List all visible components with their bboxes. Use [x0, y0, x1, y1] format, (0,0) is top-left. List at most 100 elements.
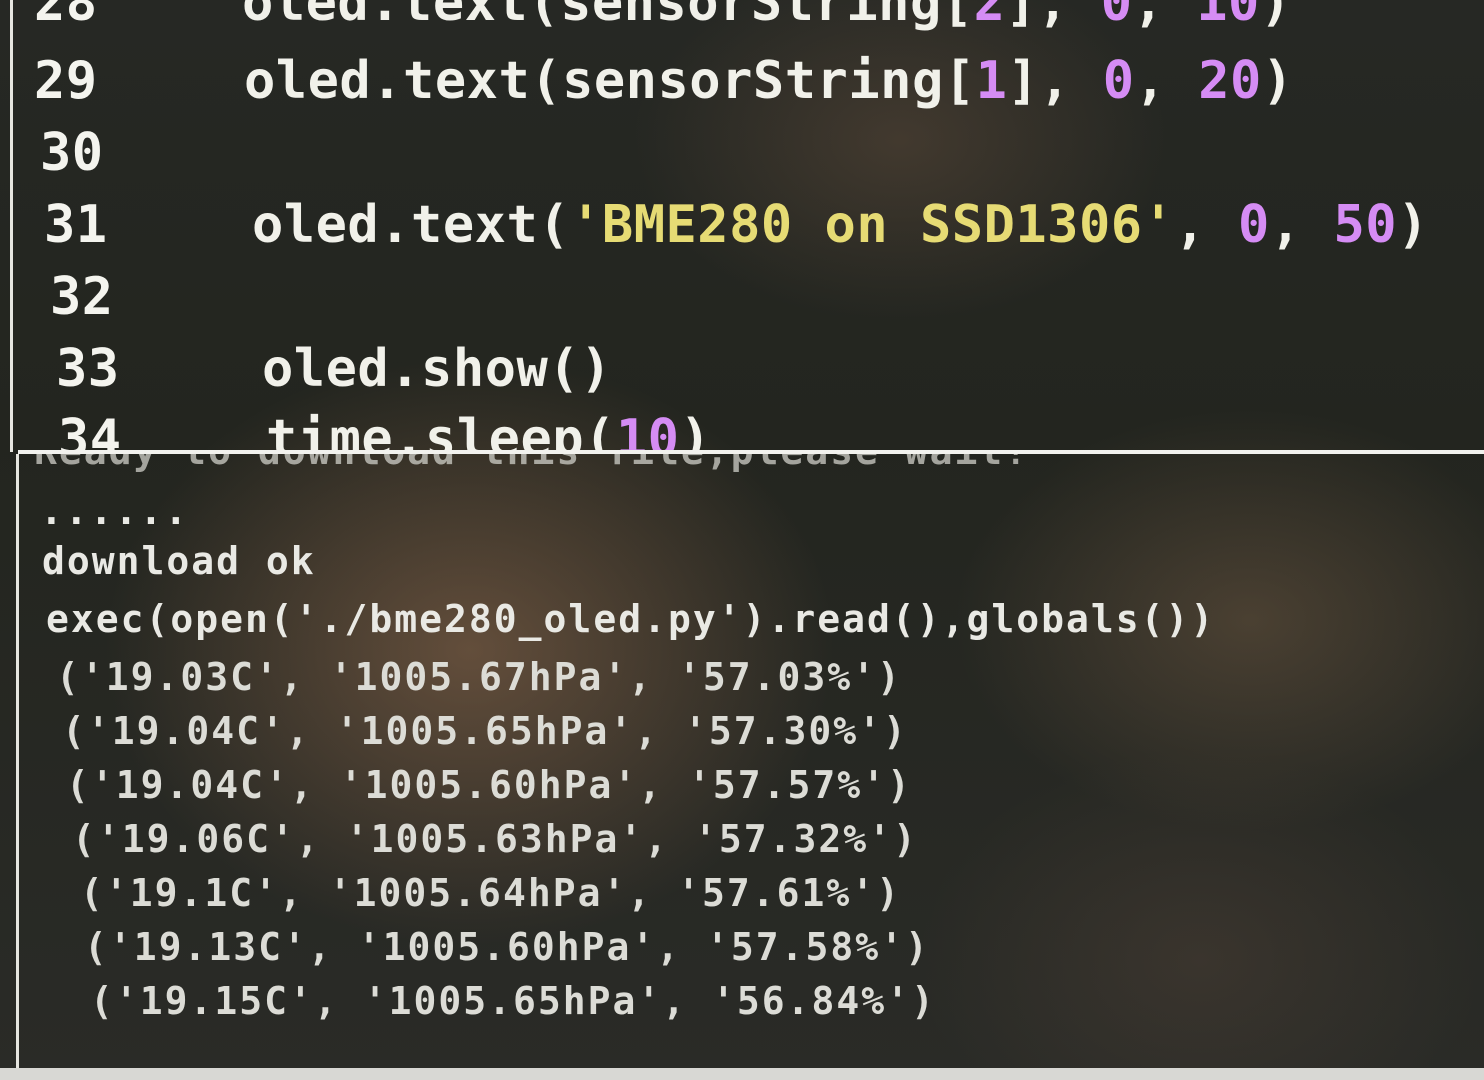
line-number: 28 [34, 0, 98, 33]
code-token: oled.show() [262, 339, 612, 399]
sensor-reading-row: ('19.15C', '1005.65hPa', '56.84%') [90, 976, 936, 1026]
humidity-value: 56.84% [736, 979, 887, 1023]
pressure-value: 1005.67hPa [354, 655, 604, 699]
temperature-value: 19.1C [129, 871, 255, 915]
punct: (' [84, 925, 134, 969]
humidity-value: 57.32% [718, 817, 869, 861]
code-token: time.sleep( [266, 409, 616, 452]
punct: ') [851, 871, 902, 915]
temperature-value: 19.13C [133, 925, 284, 969]
code-text: oled.text(sensorString[1], 0, 20) [244, 51, 1294, 111]
code-text: oled.text(sensorString[2], 0, 10) [242, 0, 1292, 33]
console-partial-line: Ready to download this file,please wait! [34, 454, 1029, 476]
pressure-value: 1005.60hPa [382, 925, 632, 969]
punct: (' [66, 763, 116, 807]
punct: (' [56, 655, 106, 699]
code-token: , [1132, 0, 1197, 33]
sensor-reading-row: ('19.1C', '1005.64hPa', '57.61%') [80, 868, 901, 918]
temperature-value: 19.06C [121, 817, 272, 861]
code-token: oled.text( [252, 195, 571, 255]
punct: ', ' [609, 709, 709, 753]
pressure-value: 1005.64hPa [353, 871, 603, 915]
punct: ', ' [603, 655, 703, 699]
temperature-value: 19.03C [105, 655, 256, 699]
line-number: 30 [40, 123, 104, 183]
code-token: ) [1261, 51, 1294, 111]
pressure-value: 1005.63hPa [370, 817, 620, 861]
string-token: 'BME280 on SSD1306' [570, 195, 1175, 255]
code-editor[interactable]: 28 oled.text(sensorString[2], 0, 10) 29 ole… [0, 0, 1484, 452]
code-text: oled.text('BME280 on SSD1306', 0, 50) [252, 195, 1429, 255]
punct: ', ' [261, 709, 361, 753]
humidity-value: 57.58% [730, 925, 881, 969]
code-token: ) [1397, 195, 1429, 255]
punct: ', ' [254, 871, 354, 915]
line-number: 29 [34, 51, 98, 111]
humidity-value: 57.61% [701, 871, 852, 915]
code-token: ], [1005, 0, 1101, 33]
punct: ') [858, 709, 908, 753]
number-token: 0 [1100, 0, 1133, 33]
code-line[interactable]: 28 oled.text(sensorString[2], 0, 10) [34, 0, 1292, 38]
humidity-value: 57.30% [708, 709, 859, 753]
temperature-value: 19.15C [139, 979, 290, 1023]
code-token: , [1269, 195, 1334, 255]
console-status: download ok [42, 539, 316, 583]
number-token: 20 [1198, 51, 1262, 111]
code-line[interactable]: 34 time.sleep(10) [58, 404, 711, 452]
punct: ', ' [631, 925, 731, 969]
punct: ', ' [637, 979, 737, 1023]
punct: ') [852, 655, 902, 699]
sensor-reading-row: ('19.04C', '1005.60hPa', '57.57%') [66, 760, 912, 810]
sensor-reading-row: ('19.13C', '1005.60hPa', '57.58%') [84, 922, 930, 972]
code-token: oled.text(sensorString[ [244, 51, 976, 111]
console-progress-dots: ...... [40, 489, 190, 533]
code-token: ) [679, 409, 712, 452]
code-token: , [1134, 51, 1199, 111]
punct: (' [62, 709, 112, 753]
punct: ') [862, 763, 912, 807]
code-text: time.sleep(10) [266, 409, 711, 452]
console-left-border [16, 454, 19, 1070]
number-token: 50 [1333, 195, 1398, 255]
punct: ') [868, 817, 918, 861]
console-exec-command: exec(open('./bme280_oled.py').read(),glo… [46, 597, 1216, 641]
number-token: 0 [1238, 195, 1270, 255]
number-token: 0 [1102, 51, 1135, 111]
punct: (' [80, 871, 130, 915]
temperature-value: 19.04C [111, 709, 262, 753]
line-number: 33 [56, 339, 120, 399]
code-line[interactable]: 29 oled.text(sensorString[1], 0, 20) [34, 46, 1294, 116]
sensor-reading-row: ('19.06C', '1005.63hPa', '57.32%') [72, 814, 918, 864]
code-text: oled.show() [262, 339, 612, 399]
line-number: 34 [58, 409, 122, 452]
punct: (' [72, 817, 122, 861]
punct: ', ' [619, 817, 719, 861]
temperature-value: 19.04C [115, 763, 266, 807]
code-token: ], [1007, 51, 1103, 111]
punct: ', ' [255, 655, 355, 699]
number-token: 10 [615, 409, 680, 452]
punct: ') [886, 979, 936, 1023]
repl-console[interactable]: Ready to download this file,please wait!… [0, 454, 1484, 1070]
punct: ', ' [271, 817, 371, 861]
pressure-value: 1005.65hPa [360, 709, 610, 753]
number-token: 2 [973, 0, 1006, 33]
screen-photo: 28 oled.text(sensorString[2], 0, 10) 29 ole… [0, 0, 1484, 1080]
sensor-reading-row: ('19.03C', '1005.67hPa', '57.03%') [56, 652, 902, 702]
code-line[interactable]: 31 oled.text('BME280 on SSD1306', 0, 50) [44, 190, 1429, 260]
editor-left-border [10, 0, 13, 452]
code-token: , [1174, 195, 1239, 255]
line-number: 32 [50, 267, 114, 327]
humidity-value: 57.03% [702, 655, 853, 699]
code-token: oled.text(sensorString[ [242, 0, 974, 33]
pressure-value: 1005.60hPa [364, 763, 614, 807]
bottom-edge [0, 1068, 1484, 1080]
punct: (' [90, 979, 140, 1023]
pressure-value: 1005.65hPa [388, 979, 638, 1023]
punct: ', ' [289, 979, 389, 1023]
code-token: ) [1259, 0, 1292, 33]
number-token: 1 [975, 51, 1008, 111]
code-line[interactable]: 33 oled.show() [56, 334, 612, 404]
punct: ', ' [613, 763, 713, 807]
